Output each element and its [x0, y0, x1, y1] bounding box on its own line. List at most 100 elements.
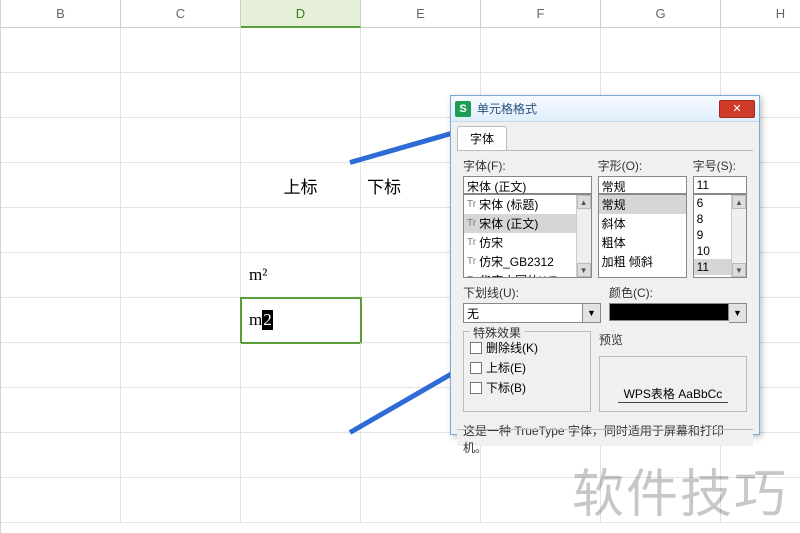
- cell[interactable]: [121, 478, 241, 523]
- list-item[interactable]: Tr华康方圆体W7: [464, 271, 591, 278]
- checkbox-icon: [470, 382, 482, 394]
- font-type-icon: Tr: [467, 275, 476, 278]
- cell[interactable]: [241, 433, 361, 478]
- scrollbar[interactable]: ▲ ▼: [731, 195, 746, 277]
- cell[interactable]: [121, 28, 241, 73]
- cell[interactable]: [1, 388, 121, 433]
- cell[interactable]: [241, 208, 361, 253]
- cell[interactable]: [1, 253, 121, 298]
- underline-combo[interactable]: 无 ▼: [463, 303, 601, 323]
- list-item[interactable]: Tr宋体 (标题): [464, 195, 591, 214]
- font-hint: 这是一种 TrueType 字体，同时适用于屏幕和打印机。: [463, 422, 747, 456]
- subscript-checkbox[interactable]: 下标(B): [470, 379, 584, 396]
- cell[interactable]: [361, 28, 481, 73]
- cell[interactable]: [121, 433, 241, 478]
- cell[interactable]: [121, 73, 241, 118]
- list-item[interactable]: 加粗 倾斜: [599, 252, 686, 271]
- watermark: 软件技巧: [572, 452, 788, 527]
- underline-value: 无: [463, 303, 583, 323]
- col-header-E[interactable]: E: [361, 0, 481, 28]
- effects-title: 特殊效果: [470, 324, 524, 341]
- cell[interactable]: [1, 298, 121, 343]
- chevron-down-icon[interactable]: ▼: [583, 303, 601, 323]
- strikethrough-checkbox[interactable]: 删除线(K): [470, 339, 584, 356]
- font-list[interactable]: Tr宋体 (标题) Tr宋体 (正文) Tr仿宋 Tr仿宋_GB2312 Tr华…: [463, 194, 592, 278]
- cell-edit-selection: 2: [262, 310, 273, 330]
- dialog-title: 单元格格式: [477, 100, 719, 117]
- cell[interactable]: [241, 73, 361, 118]
- cell[interactable]: [361, 478, 481, 523]
- cell[interactable]: [121, 253, 241, 298]
- tab-font[interactable]: 字体: [457, 126, 507, 150]
- scroll-down-icon[interactable]: ▼: [577, 263, 591, 277]
- col-header-F[interactable]: F: [481, 0, 601, 28]
- cell[interactable]: [121, 208, 241, 253]
- cell[interactable]: [1, 118, 121, 163]
- dialog-tabs: 字体: [451, 122, 759, 150]
- list-item[interactable]: 粗体: [599, 233, 686, 252]
- size-list[interactable]: 6 8 9 10 11 12 ▲ ▼: [693, 194, 747, 278]
- font-type-icon: Tr: [467, 199, 476, 210]
- style-list[interactable]: 常规 斜体 粗体 加粗 倾斜: [598, 194, 687, 278]
- cell[interactable]: [1, 433, 121, 478]
- close-button[interactable]: ✕: [719, 100, 755, 118]
- effects-group: 特殊效果 删除线(K) 上标(E) 下标(B): [463, 331, 591, 412]
- cell[interactable]: [121, 388, 241, 433]
- list-item[interactable]: 常规: [599, 195, 686, 214]
- cell-m-squared[interactable]: m²: [241, 253, 361, 298]
- scroll-up-icon[interactable]: ▲: [732, 195, 746, 209]
- cell[interactable]: [241, 388, 361, 433]
- preview-sample: WPS表格 AaBbCc: [618, 385, 729, 403]
- cell[interactable]: [121, 343, 241, 388]
- col-header-D[interactable]: D: [241, 0, 361, 28]
- col-header-B[interactable]: B: [1, 0, 121, 28]
- color-swatch: [609, 303, 729, 321]
- font-type-icon: Tr: [467, 237, 476, 248]
- cell[interactable]: [1, 163, 121, 208]
- font-field[interactable]: 宋体 (正文): [463, 176, 592, 194]
- color-combo[interactable]: ▼: [609, 303, 747, 323]
- cell-superscript-label[interactable]: 上标: [241, 163, 361, 208]
- dialog-titlebar[interactable]: S 单元格格式 ✕: [451, 96, 759, 122]
- scroll-up-icon[interactable]: ▲: [577, 195, 591, 209]
- cell[interactable]: [481, 28, 601, 73]
- list-item[interactable]: Tr仿宋: [464, 233, 591, 252]
- cell[interactable]: [241, 343, 361, 388]
- scroll-down-icon[interactable]: ▼: [732, 263, 746, 277]
- list-item[interactable]: 斜体: [599, 214, 686, 233]
- checkbox-icon: [470, 342, 482, 354]
- cell-editing[interactable]: m2: [241, 298, 361, 343]
- list-item[interactable]: Tr宋体 (正文): [464, 214, 591, 233]
- underline-label: 下划线(U):: [463, 284, 601, 301]
- color-label: 颜色(C):: [609, 284, 747, 301]
- cell[interactable]: [721, 28, 800, 73]
- preview-box: WPS表格 AaBbCc: [599, 356, 747, 412]
- column-headers: B C D E F G H: [1, 0, 800, 28]
- cell[interactable]: [121, 118, 241, 163]
- cell[interactable]: [601, 28, 721, 73]
- cell[interactable]: [241, 478, 361, 523]
- col-header-G[interactable]: G: [601, 0, 721, 28]
- font-type-icon: Tr: [467, 218, 476, 229]
- app-icon: S: [455, 101, 471, 117]
- cell[interactable]: [1, 73, 121, 118]
- list-item[interactable]: Tr仿宋_GB2312: [464, 252, 591, 271]
- cell[interactable]: [121, 298, 241, 343]
- chevron-down-icon[interactable]: ▼: [729, 303, 747, 323]
- cell[interactable]: [1, 208, 121, 253]
- cell-edit-prefix: m: [249, 310, 262, 330]
- style-field[interactable]: 常规: [598, 176, 687, 194]
- cell[interactable]: [121, 163, 241, 208]
- cell[interactable]: [1, 343, 121, 388]
- col-header-C[interactable]: C: [121, 0, 241, 28]
- cell-format-dialog: S 单元格格式 ✕ 字体 字体(F): 宋体 (正文) Tr宋体 (标题) Tr…: [450, 95, 760, 435]
- cell[interactable]: [241, 28, 361, 73]
- cell[interactable]: [1, 478, 121, 523]
- size-field[interactable]: 11: [693, 176, 747, 194]
- scrollbar[interactable]: ▲ ▼: [576, 195, 591, 277]
- cell[interactable]: [1, 28, 121, 73]
- cell[interactable]: [241, 118, 361, 163]
- col-header-H[interactable]: H: [721, 0, 800, 28]
- superscript-checkbox[interactable]: 上标(E): [470, 359, 584, 376]
- style-label: 字形(O):: [598, 157, 687, 174]
